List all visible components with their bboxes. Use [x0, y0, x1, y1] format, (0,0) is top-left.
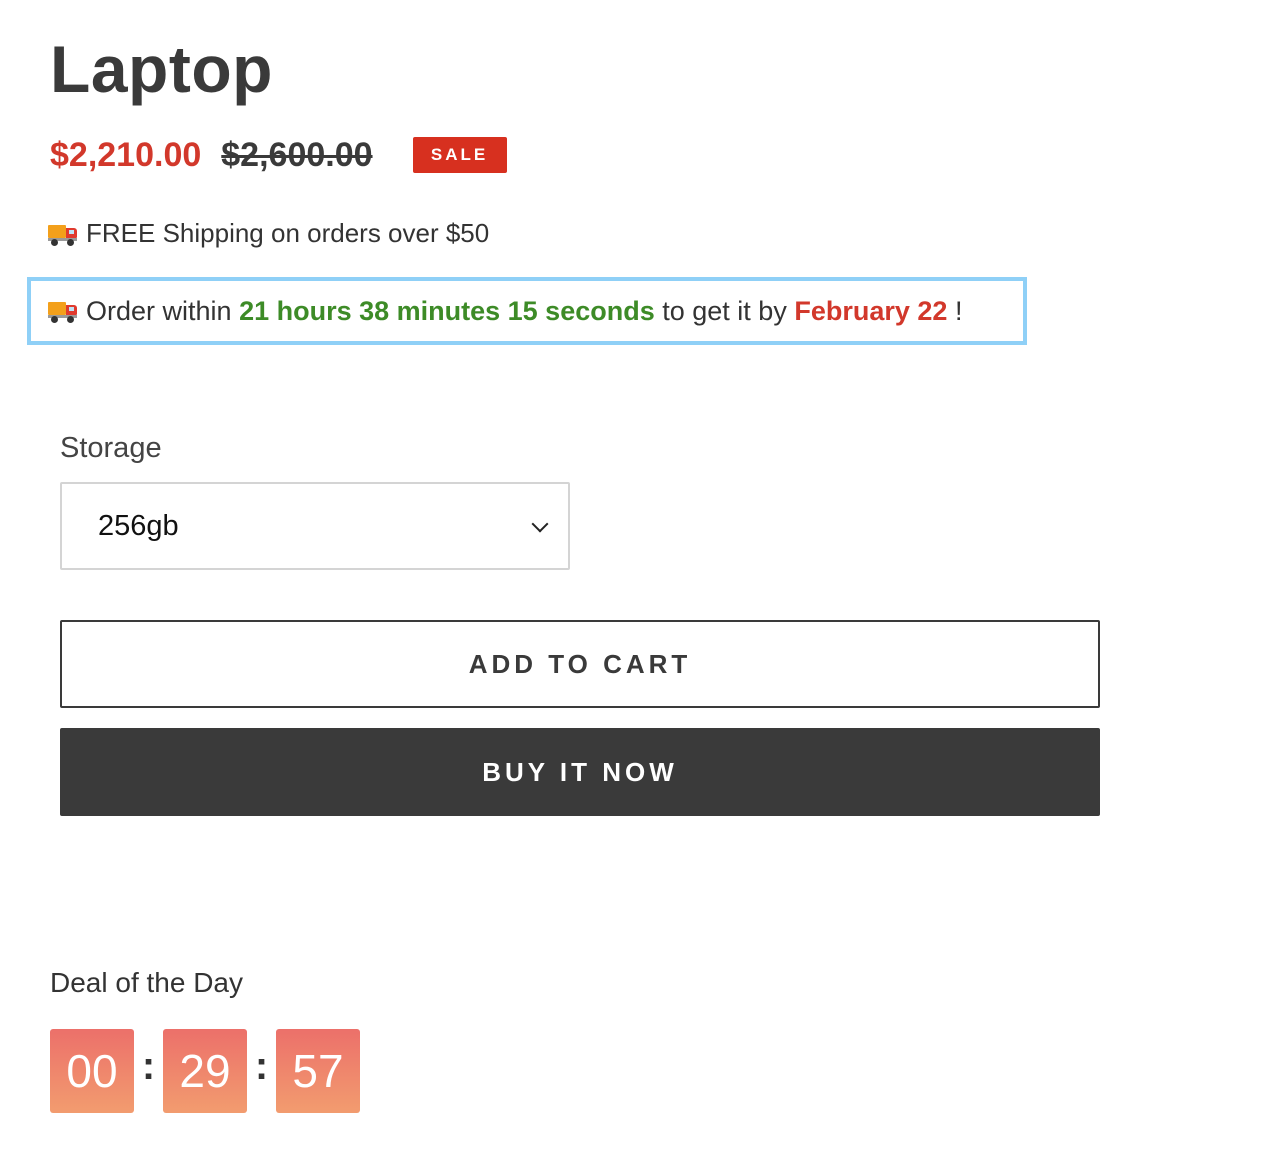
compare-price: $2,600.00	[221, 135, 373, 174]
product-page: Laptop $2,210.00 $2,600.00 SALE FREE Shi…	[0, 0, 1272, 1176]
order-within-banner: Order within 21 hours 38 minutes 15 seco…	[27, 277, 1027, 345]
timer-separator: :	[141, 1043, 156, 1088]
storage-select[interactable]: 256gb	[60, 482, 570, 570]
buy-it-now-button[interactable]: BUY IT NOW	[60, 728, 1100, 816]
deal-of-the-day-label: Deal of the Day	[50, 967, 243, 998]
timer-separator: :	[254, 1043, 269, 1088]
price-row: $2,210.00 $2,600.00 SALE	[50, 134, 507, 176]
product-title: Laptop	[50, 32, 273, 106]
delivery-date: February 22	[794, 295, 948, 326]
chevron-down-icon	[531, 515, 549, 533]
add-to-cart-button[interactable]: ADD TO CART	[60, 620, 1100, 708]
sale-badge: SALE	[412, 137, 507, 173]
delivery-truck-icon	[48, 222, 78, 246]
deal-countdown-timer: 00 : 29 : 57	[50, 1029, 360, 1113]
delivery-truck-icon	[48, 299, 78, 323]
order-within-suffix: !	[954, 295, 963, 326]
order-within-middle: to get it by	[662, 295, 787, 326]
order-within-prefix: Order within	[86, 295, 232, 326]
timer-minutes: 29	[163, 1029, 247, 1113]
timer-seconds: 57	[276, 1029, 360, 1113]
timer-hours: 00	[50, 1029, 134, 1113]
storage-label: Storage	[60, 432, 162, 464]
storage-selected-value: 256gb	[98, 509, 179, 542]
free-shipping-text: FREE Shipping on orders over $50	[86, 218, 490, 248]
sale-price: $2,210.00	[50, 135, 202, 174]
order-countdown: 21 hours 38 minutes 15 seconds	[239, 295, 655, 326]
free-shipping-notice: FREE Shipping on orders over $50	[48, 218, 489, 249]
